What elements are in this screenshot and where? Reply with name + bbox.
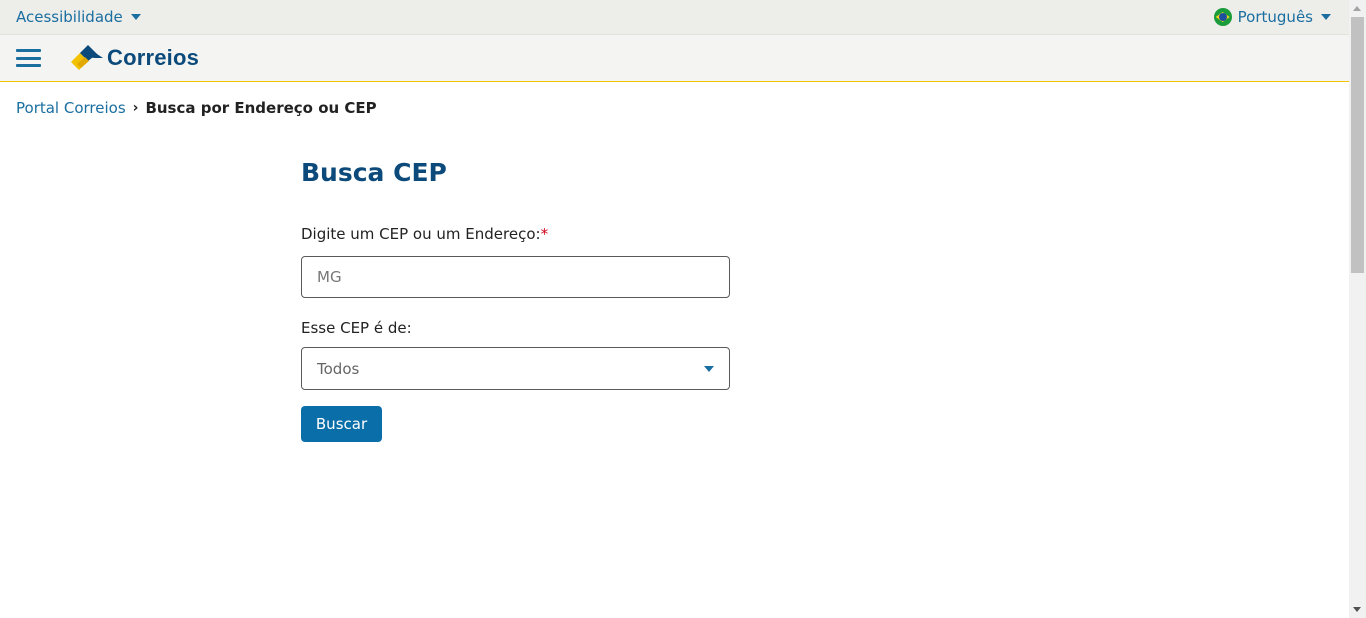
breadcrumb-separator-icon: › (132, 100, 139, 116)
correios-logo-icon (71, 45, 103, 70)
busca-cep-form: Busca CEP Digite um CEP ou um Endereço:*… (301, 156, 730, 442)
cep-input[interactable] (301, 256, 730, 298)
breadcrumb-home-link[interactable]: Portal Correios (16, 99, 126, 117)
search-button[interactable]: Buscar (301, 406, 382, 442)
accessibility-label: Acessibilidade (16, 8, 123, 26)
correios-logo[interactable]: Correios (71, 45, 199, 71)
breadcrumb: Portal Correios › Busca por Endereço ou … (16, 99, 377, 117)
scrollbar-thumb[interactable] (1351, 17, 1364, 273)
language-dropdown[interactable]: Português (1213, 8, 1331, 26)
required-mark: * (540, 225, 549, 243)
accessibility-dropdown[interactable]: Acessibilidade (16, 8, 141, 26)
cep-type-select[interactable]: Todos (301, 347, 730, 390)
brazil-flag-icon (1213, 8, 1232, 26)
scroll-up-icon[interactable] (1353, 6, 1361, 11)
page-title: Busca CEP (301, 158, 447, 187)
breadcrumb-current: Busca por Endereço ou CEP (145, 99, 377, 117)
accessibility-bar: Acessibilidade Português (0, 0, 1349, 35)
logo-text: Correios (107, 45, 200, 70)
scroll-down-icon[interactable] (1353, 607, 1361, 612)
hamburger-menu-icon[interactable] (16, 49, 41, 67)
chevron-down-icon (130, 14, 141, 20)
chevron-down-icon (704, 365, 714, 372)
page: Acessibilidade Português Correios Portal… (0, 0, 1349, 618)
cep-label-text: Digite um CEP ou um Endereço: (301, 225, 541, 243)
chevron-down-icon (1321, 14, 1331, 20)
site-header: Correios (0, 35, 1349, 82)
language-label: Português (1237, 8, 1313, 26)
page-scrollbar[interactable] (1349, 0, 1366, 618)
cep-type-label: Esse CEP é de: (301, 319, 412, 337)
cep-field-label: Digite um CEP ou um Endereço:* (301, 224, 730, 244)
cep-type-selected: Todos (317, 359, 360, 378)
